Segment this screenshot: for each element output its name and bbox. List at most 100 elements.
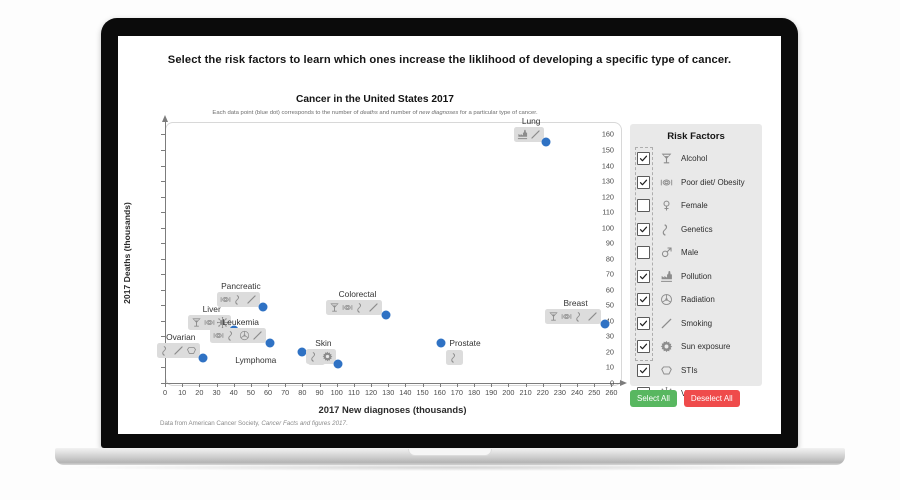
risk-factor-row-stis[interactable]: STIs [635,359,759,383]
y-tick-label: 110 [602,207,614,217]
deselect-all-button[interactable]: Deselect All [683,390,740,407]
risk-factor-row-poor-diet-obesity[interactable]: Poor diet/ Obesity [635,171,759,195]
checkbox-3[interactable] [637,222,650,236]
x-tick [336,383,338,387]
x-tick [405,383,407,387]
data-point-pancreatic[interactable] [258,302,268,312]
sun-icon [322,351,333,362]
cocktail-glass-icon [191,317,202,328]
risk-factor-row-alcohol[interactable]: Alcohol [635,147,759,171]
risk-factor-row-genetics[interactable]: Genetics [635,218,759,242]
chart-subtitle-new-diagnoses: new diagnoses [419,110,459,116]
laptop-shadow [70,464,830,471]
risk-factor-row-sun-exposure[interactable]: Sun exposure [635,335,759,359]
risk-factor-row-female[interactable]: Female [635,194,759,218]
risk-icons-lung [514,127,545,143]
cocktail-glass-icon [329,302,340,313]
checkbox-2[interactable] [637,199,650,213]
x-tick [182,383,184,387]
radiation-icon [656,293,676,306]
sun-icon [656,340,676,353]
point-label-lymphoma: Lymphoma [235,354,277,365]
y-tick-label: 30 [605,331,614,341]
data-point-skin[interactable] [333,359,343,369]
condom-icon [186,345,197,356]
x-axis-title: 2017 New diagnoses (thousands) [318,404,467,415]
y-tick [161,305,165,307]
y-tick-label: 80 [605,254,614,264]
data-point-lung[interactable] [541,137,551,147]
checkbox-7[interactable] [637,316,650,330]
checkbox-6[interactable] [637,293,650,307]
dna-helix-icon [449,352,460,363]
risk-factor-row-male[interactable]: Male [635,241,759,265]
plate-utensils-icon [220,294,231,305]
y-axis-arrow-icon [162,115,168,122]
point-label-prostate: Prostate [449,337,481,348]
x-tick-label: 180 [467,388,481,397]
y-tick [161,196,165,198]
checkbox-0[interactable] [637,152,650,166]
x-tick [165,383,166,387]
risk-factor-row-radiation[interactable]: Radiation [635,288,759,312]
checkbox-1[interactable] [637,175,650,189]
y-tick-label: 120 [601,192,614,202]
select-all-button[interactable]: Select All [630,390,677,407]
risk-factors-panel: Risk Factors Alcohol Poor diet/ Obesity Fe… [630,124,762,401]
point-label-leukemia: Leukemia [222,316,259,327]
risk-icons-breast [544,308,601,324]
x-tick-label: 150 [416,388,429,397]
risk-factor-label: Radiation [681,295,715,305]
data-point-ovarian[interactable] [198,353,208,363]
x-tick [216,383,218,387]
risk-factor-label: Sun exposure [681,342,731,352]
y-tick [161,134,165,136]
screenshot-stage: Select the risk factors to learn which o… [0,0,900,500]
dna-helix-icon [233,294,244,305]
x-tick-label: 0 [162,388,168,397]
risk-factor-label: STIs [681,365,698,375]
plate-utensils-icon [342,302,353,313]
risk-factor-row-smoking[interactable]: Smoking [635,312,759,336]
checkbox-5[interactable] [637,269,650,283]
risk-factor-row-pollution[interactable]: Pollution [635,265,759,289]
male-symbol-icon [656,246,676,259]
cigarette-icon [246,294,257,305]
checkbox-4[interactable] [637,246,650,260]
checkbox-8[interactable] [637,340,650,354]
x-tick-label: 250 [588,388,601,397]
y-tick [161,149,165,151]
point-label-liver: Liver [202,304,221,315]
y-tick [161,367,165,369]
plate-utensils-icon [561,311,572,322]
x-tick [439,383,441,387]
y-tick-label: 130 [601,176,614,186]
risk-factors-title: Risk Factors [667,131,725,142]
x-tick [285,383,287,387]
footnote-part-a: Data from American Cancer Society, [160,420,262,427]
dna-helix-icon [160,345,171,356]
data-point-leukemia[interactable] [265,338,275,348]
cocktail-glass-icon [548,311,559,322]
x-tick [250,383,252,387]
y-tick [161,274,165,276]
checkbox-9[interactable] [637,363,650,377]
data-point-prostate[interactable] [436,338,446,348]
x-tick [491,383,493,387]
point-label-ovarian: Ovarian [166,332,196,343]
cigarette-icon [368,302,379,313]
risk-factor-label: Alcohol [681,154,708,164]
y-tick [161,289,165,291]
y-tick-label: 150 [601,145,614,155]
cigarette-icon [530,129,541,140]
data-point-breast[interactable] [600,319,610,329]
y-tick-label: 20 [605,347,614,357]
plate-utensils-icon [213,330,224,341]
y-tick [161,336,165,338]
x-tick [559,383,561,387]
x-tick [388,383,390,387]
cigarette-icon [252,330,263,341]
data-point-colorectal[interactable] [381,310,391,320]
x-tick [525,383,527,387]
y-tick [161,243,165,245]
